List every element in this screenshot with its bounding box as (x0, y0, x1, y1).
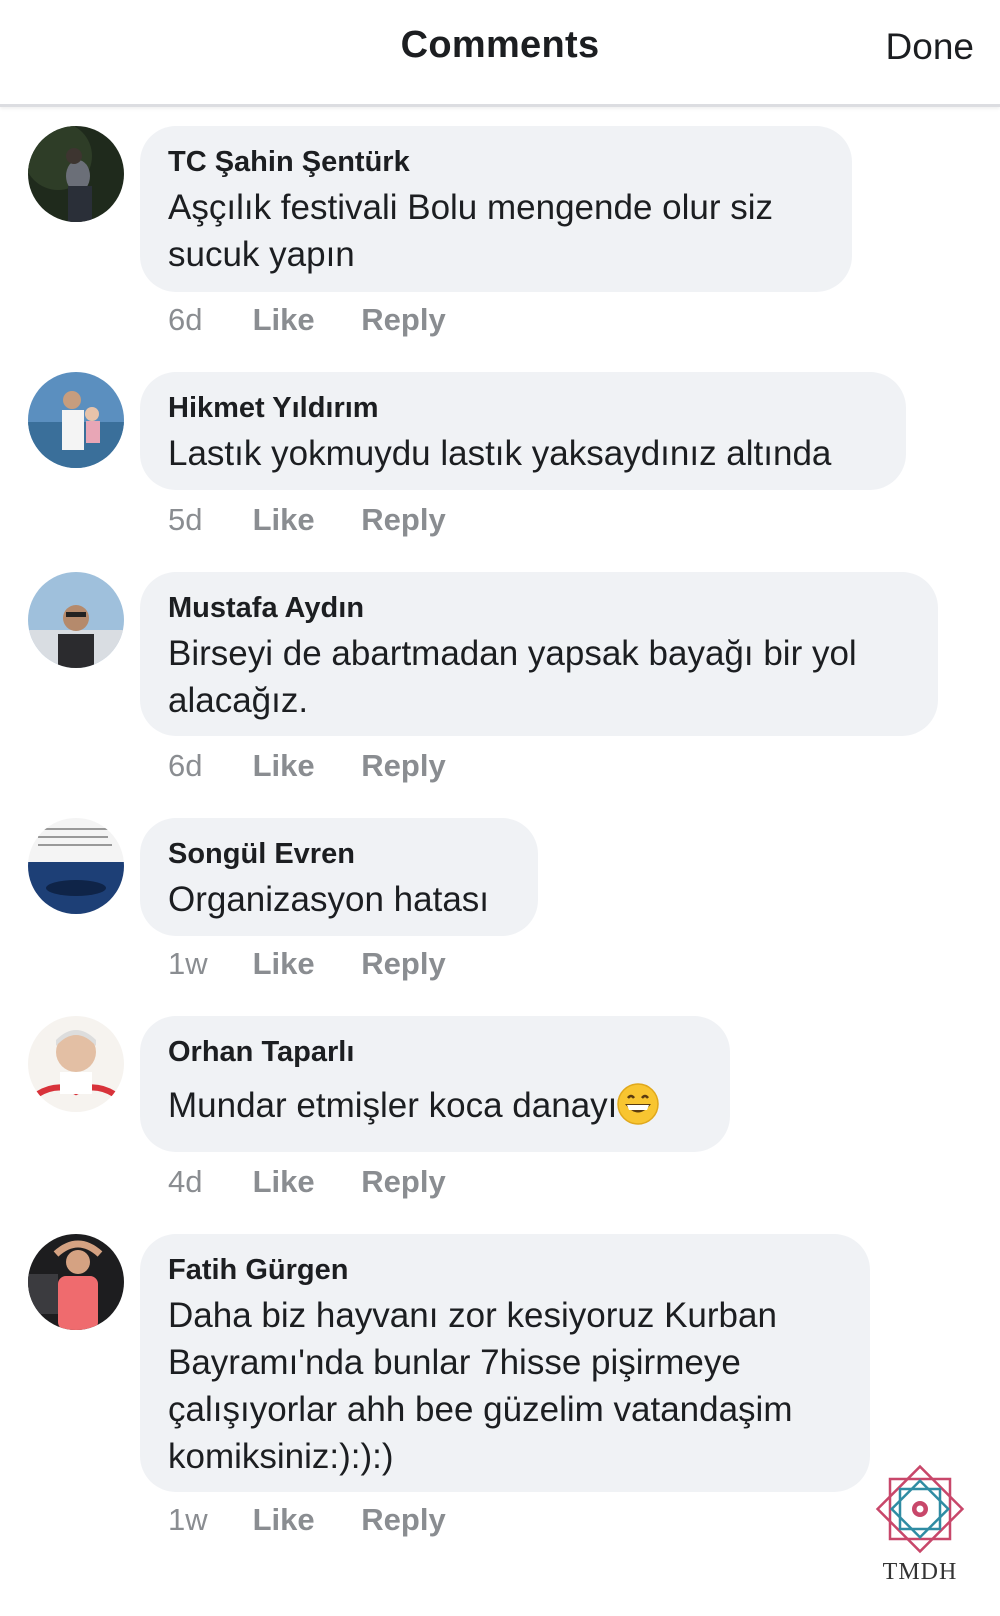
comment-timestamp: 4d (168, 1164, 203, 1199)
comment-bubble: TC Şahin Şentürk Aşçılık festivali Bolu … (140, 126, 852, 292)
avatar-photo (28, 818, 124, 914)
avatar-photo (28, 126, 124, 222)
comment-author[interactable]: Fatih Gürgen (168, 1252, 842, 1288)
reply-button[interactable]: Reply (361, 502, 445, 538)
reply-button[interactable]: Reply (361, 1502, 445, 1538)
comment-timestamp: 5d (168, 502, 203, 537)
comment-text: Mundar etmişler koca danayı (168, 1082, 702, 1129)
like-button[interactable]: Like (253, 1164, 315, 1200)
comment-author[interactable]: Hikmet Yıldırım (168, 390, 878, 426)
comment-bubble: Fatih Gürgen Daha biz hayvanı zor kesiyo… (140, 1234, 870, 1492)
comment-actions: 6d Like Reply (168, 302, 484, 338)
comment-timestamp: 6d (168, 302, 203, 337)
comment-text: Birseyi de abartmadan yapsak bayağı bir … (168, 634, 857, 720)
comment-actions: 4d Like Reply (168, 1164, 484, 1200)
reply-button[interactable]: Reply (361, 302, 445, 338)
avatar[interactable] (28, 572, 124, 668)
avatar-photo (28, 372, 124, 468)
avatar[interactable] (28, 126, 124, 222)
comment-text-body: Mundar etmişler koca danayı (168, 1086, 618, 1125)
comments-header: Comments Done (0, 0, 1000, 107)
like-button[interactable]: Like (253, 1502, 315, 1538)
page-title: Comments (400, 24, 600, 66)
comment-text: Daha biz hayvanı zor kesiyoruz Kurban Ba… (168, 1296, 793, 1476)
comment-text: Aşçılık festivali Bolu mengende olur siz… (168, 188, 773, 274)
avatar-photo (28, 572, 124, 668)
comment-bubble: Orhan Taparlı Mundar etmişler koca danay… (140, 1016, 730, 1152)
avatar[interactable] (28, 1234, 124, 1330)
comment-text: Organizasyon hatası (168, 880, 490, 919)
comment-bubble: Hikmet Yıldırım Lastık yokmuydu lastık y… (140, 372, 906, 490)
comment-actions: 6d Like Reply (168, 748, 484, 784)
avatar[interactable] (28, 818, 124, 914)
reply-button[interactable]: Reply (361, 748, 445, 784)
reply-button[interactable]: Reply (361, 946, 445, 982)
reply-button[interactable]: Reply (361, 1164, 445, 1200)
comment-bubble: Songül Evren Organizasyon hatası (140, 818, 538, 936)
comment-author[interactable]: Orhan Taparlı (168, 1034, 702, 1070)
like-button[interactable]: Like (253, 502, 315, 538)
watermark-text: TMDH (882, 1559, 958, 1585)
grinning-face-emoji (617, 1083, 660, 1125)
avatar-photo (28, 1016, 124, 1112)
like-button[interactable]: Like (253, 748, 315, 784)
avatar[interactable] (28, 1016, 124, 1112)
ornamental-star-logo (875, 1464, 965, 1554)
comment-actions: 1w Like Reply (168, 946, 484, 982)
avatar-photo (28, 1234, 124, 1330)
like-button[interactable]: Like (253, 946, 315, 982)
done-button[interactable]: Done (886, 26, 974, 68)
comment-author[interactable]: Songül Evren (168, 836, 510, 872)
comment-actions: 5d Like Reply (168, 502, 484, 538)
comment-text: Lastık yokmuydu lastık yaksaydınız altın… (168, 434, 832, 473)
like-button[interactable]: Like (253, 302, 315, 338)
avatar[interactable] (28, 372, 124, 468)
comment-actions: 1w Like Reply (168, 1502, 484, 1538)
comment-timestamp: 6d (168, 748, 203, 783)
comment-timestamp: 1w (168, 1502, 208, 1537)
comment-timestamp: 1w (168, 946, 208, 981)
watermark: TMDH (872, 1461, 968, 1586)
comment-author[interactable]: Mustafa Aydın (168, 590, 910, 626)
comment-bubble: Mustafa Aydın Birseyi de abartmadan yaps… (140, 572, 938, 736)
comment-author[interactable]: TC Şahin Şentürk (168, 144, 824, 180)
